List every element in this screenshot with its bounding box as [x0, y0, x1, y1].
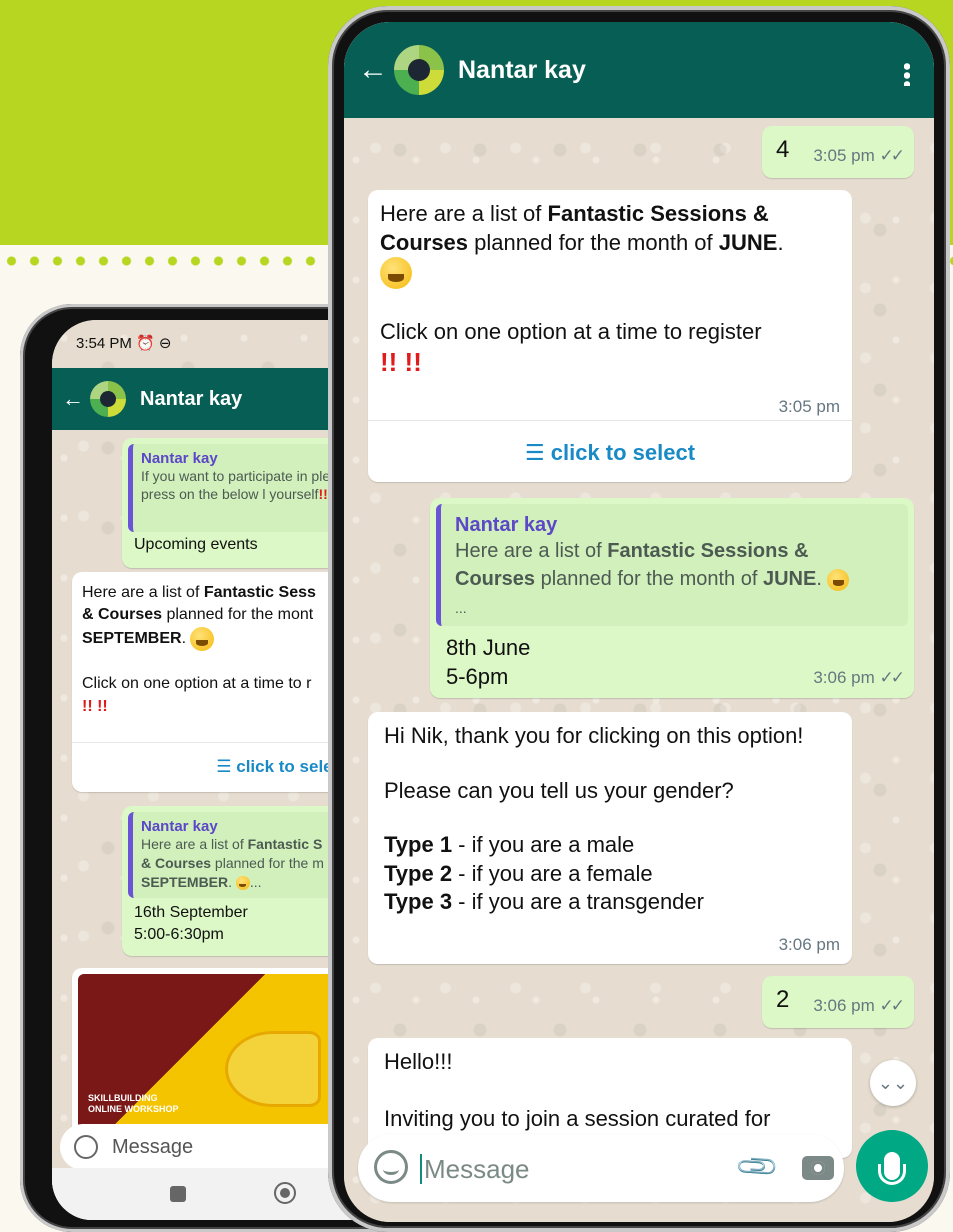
exclamation-marks: !! !! [82, 697, 108, 715]
list-icon: ☰ [524, 440, 545, 465]
quoted-message[interactable]: Nantar kay Here are a list of Fantastic … [436, 504, 908, 626]
recents-icon[interactable] [170, 1186, 186, 1202]
message-text: 2 [776, 986, 790, 1013]
home-icon[interactable] [274, 1182, 296, 1204]
message-text: Hi Nik, thank you for clicking on this o… [384, 723, 804, 915]
status-icons: ⏰ ⊖ [136, 335, 172, 352]
emoji-icon[interactable] [374, 1150, 408, 1184]
message-bubble[interactable]: 2 3:06 pm ✓✓ [762, 976, 914, 1028]
grinning-emoji-icon [190, 626, 215, 651]
mic-button[interactable] [856, 1130, 928, 1202]
attach-icon[interactable]: 📎 [733, 1143, 781, 1191]
message-time: 3:05 pm ✓✓ [813, 146, 905, 165]
message-time: 3:06 pm ✓✓ [813, 996, 905, 1015]
message-text: Here are a list of Fantastic Sess & Cour… [82, 584, 316, 715]
message-text: Hello!!! Inviting you to join a session … [384, 1049, 771, 1131]
click-to-select-button[interactable]: ☰ click to select [368, 421, 852, 468]
text-caret [420, 1154, 422, 1184]
message-placeholder: Message [424, 1154, 530, 1184]
front-phone: ← Nantar kay 4 3:05 pm ✓✓ Here are a lis… [328, 6, 950, 1232]
quote-text: If you want to participate in please pre… [141, 468, 353, 503]
quote-author: Nantar kay [141, 818, 218, 835]
poster-caption: SKILLBUILDING ONLINE WORKSHOP [88, 1093, 179, 1114]
emoji-icon[interactable] [74, 1135, 98, 1159]
chat-header: ← Nantar kay [344, 22, 934, 118]
click-to-select-button[interactable]: ☰ click to select [72, 743, 372, 779]
message-time: 3:06 pm ✓✓ [813, 668, 905, 687]
avatar[interactable] [90, 381, 126, 417]
message-placeholder: Message [112, 1135, 194, 1158]
status-bar: 3:54 PM ⏰ ⊖ [76, 334, 171, 352]
message-time: 3:06 pm [778, 935, 840, 954]
back-arrow-icon[interactable]: ← [62, 388, 84, 410]
more-options-icon[interactable] [904, 62, 910, 86]
message-text: 4 [776, 136, 790, 163]
exclamation-marks: !! !! [380, 347, 422, 378]
scroll-to-bottom-button[interactable]: ⌄⌄ [870, 1060, 916, 1106]
message-bubble[interactable]: Nantar kay Here are a list of Fantastic … [430, 498, 914, 698]
message-bubble[interactable]: Here are a list of Fantastic Sessions & … [368, 190, 852, 482]
camera-icon[interactable] [802, 1156, 834, 1180]
list-icon: ☰ [216, 757, 232, 776]
message-input[interactable]: Message 📎 [358, 1134, 844, 1202]
megaphone-icon [228, 1034, 318, 1104]
back-arrow-icon[interactable]: ← [358, 55, 388, 85]
message-bubble[interactable]: Here are a list of Fantastic Sess & Cour… [72, 572, 372, 792]
message-bubble[interactable]: 4 3:05 pm ✓✓ [762, 126, 914, 178]
quote-text: Here are a list of Fantastic Sessions & … [455, 537, 894, 621]
avatar[interactable] [394, 45, 444, 95]
chat-title[interactable]: Nantar kay [140, 388, 242, 411]
read-ticks-icon: ✓✓ [879, 668, 905, 687]
message-time: 3:05 pm [778, 397, 840, 416]
image-message[interactable]: SKILLBUILDING ONLINE WORKSHOP [72, 968, 372, 1138]
read-ticks-icon: ✓✓ [879, 996, 905, 1015]
chat-title[interactable]: Nantar kay [458, 56, 586, 85]
front-phone-screen: ← Nantar kay 4 3:05 pm ✓✓ Here are a lis… [344, 22, 934, 1222]
quote-text: Here are a list of Fantastic S & Courses… [141, 836, 324, 891]
quote-author: Nantar kay [141, 450, 218, 467]
read-ticks-icon: ✓✓ [879, 146, 905, 165]
microphone-icon [878, 1152, 906, 1185]
workshop-poster-image[interactable]: SKILLBUILDING ONLINE WORKSHOP [78, 974, 366, 1132]
message-bubble[interactable]: Hi Nik, thank you for clicking on this o… [368, 712, 852, 964]
message-text: Here are a list of Fantastic Sessions & … [380, 201, 784, 378]
status-time: 3:54 PM [76, 335, 132, 352]
grinning-emoji-icon [380, 257, 412, 290]
quote-author: Nantar kay [455, 514, 558, 536]
double-chevron-down-icon: ⌄⌄ [877, 1072, 909, 1093]
